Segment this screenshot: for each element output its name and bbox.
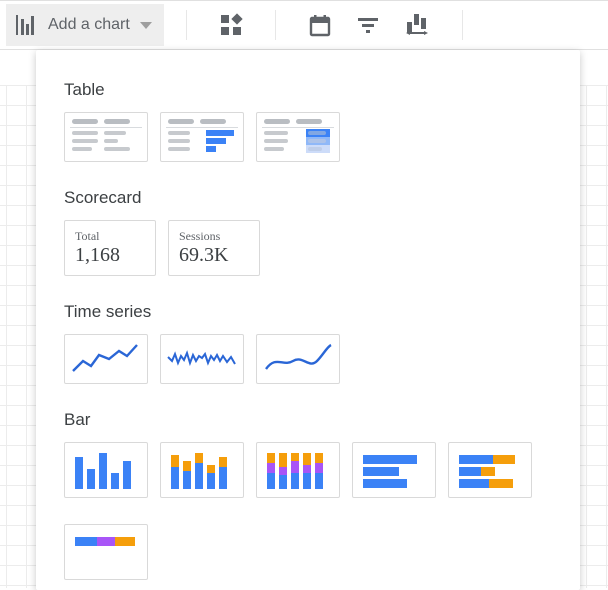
scorecard-label: Total — [75, 229, 145, 244]
community-visualizations-button[interactable] — [209, 4, 253, 46]
scorecard-option[interactable]: Total 1,168 — [64, 220, 156, 276]
bar-100-stacked-option[interactable] — [256, 442, 340, 498]
bar-chart-icon — [16, 15, 38, 35]
table-with-bars-option[interactable] — [160, 112, 244, 162]
filter-icon — [356, 13, 380, 37]
data-control-button[interactable] — [394, 4, 440, 46]
bar-100-horizontal-option[interactable] — [64, 524, 148, 580]
bar-column-option[interactable] — [64, 442, 148, 498]
table-row — [64, 112, 552, 162]
toolbar-divider — [275, 10, 276, 40]
date-range-button[interactable] — [298, 4, 342, 46]
bar-row-2 — [64, 524, 552, 580]
timeseries-smooth-option[interactable] — [256, 334, 340, 384]
timeseries-row — [64, 334, 552, 384]
timeseries-sparkline-option[interactable] — [160, 334, 244, 384]
bar-stacked-option[interactable] — [160, 442, 244, 498]
bar-horizontal-stacked-option[interactable] — [448, 442, 532, 498]
scorecard-value: 69.3K — [179, 244, 249, 267]
section-timeseries-label: Time series — [64, 302, 552, 322]
sliders-icon — [404, 12, 430, 38]
toolbar-divider — [186, 10, 187, 40]
section-table-label: Table — [64, 80, 552, 100]
toolbar-divider — [462, 10, 463, 40]
section-bar-label: Bar — [64, 410, 552, 430]
table-chart-option[interactable] — [64, 112, 148, 162]
squares-icon — [219, 13, 243, 37]
timeseries-line-option[interactable] — [64, 334, 148, 384]
chevron-down-icon — [140, 22, 152, 29]
table-with-heatmap-option[interactable] — [256, 112, 340, 162]
section-scorecard-label: Scorecard — [64, 188, 552, 208]
filter-button[interactable] — [346, 4, 390, 46]
bar-horizontal-option[interactable] — [352, 442, 436, 498]
scorecard-label: Sessions — [179, 229, 249, 244]
add-chart-label: Add a chart — [48, 16, 130, 34]
add-chart-panel: Table — [36, 50, 580, 590]
scorecard-compact-option[interactable]: Sessions 69.3K — [168, 220, 260, 276]
toolbar: Add a chart — [0, 0, 608, 50]
scorecard-value: 1,168 — [75, 244, 145, 267]
bar-row — [64, 442, 552, 498]
calendar-icon — [308, 13, 332, 37]
add-chart-button[interactable]: Add a chart — [6, 4, 164, 46]
scorecard-row: Total 1,168 Sessions 69.3K — [64, 220, 552, 276]
